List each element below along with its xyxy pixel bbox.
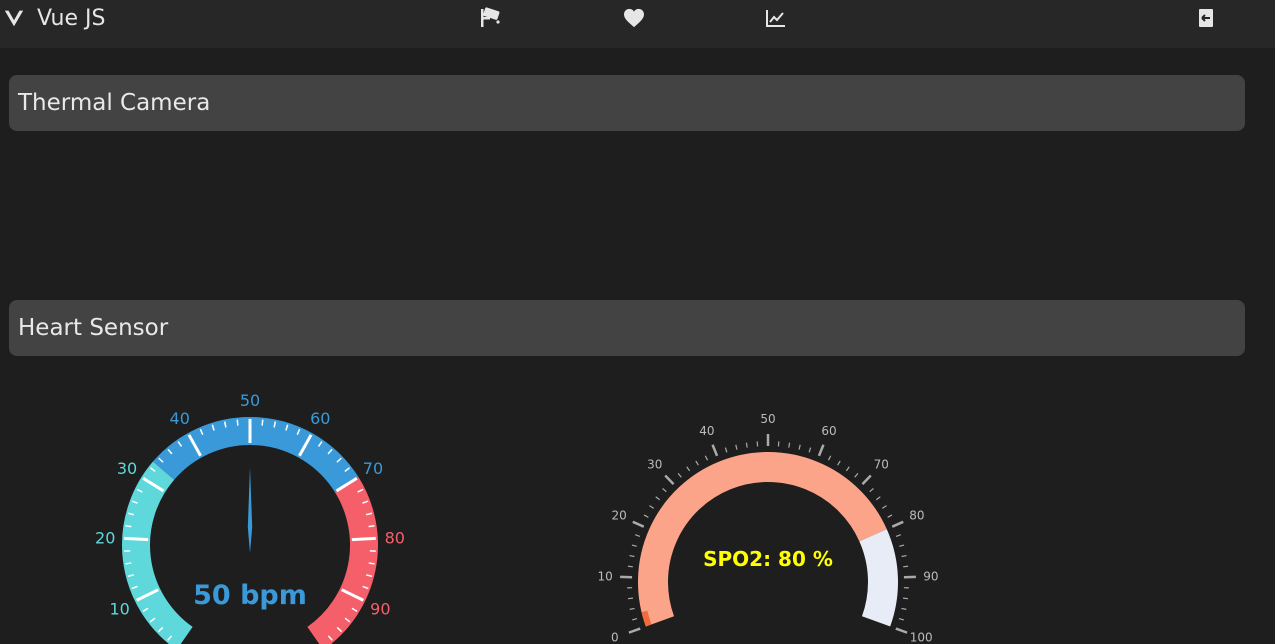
top-navbar: Vue JS (0, 0, 1275, 48)
bpm-tick-label: 20 (95, 528, 115, 547)
spo2-readout: SPO2: 80 % (703, 547, 833, 571)
spo2-minor-tick (643, 514, 649, 518)
spo2-minor-tick (837, 460, 841, 466)
bpm-gauge: 10 20 30 40 50 60 70 80 90 50 bpm (95, 391, 405, 644)
spo2-minor-tick (631, 544, 637, 547)
spo2-minor-tick (632, 617, 638, 621)
spo2-minor-tick (827, 455, 832, 461)
spo2-minor-tick (745, 442, 748, 448)
bpm-minor-tick (125, 524, 132, 528)
spo2-minor-tick (634, 534, 641, 537)
spo2-minor-tick (695, 460, 699, 466)
spo2-minor-tick (903, 565, 909, 568)
bpm-band-low (122, 461, 193, 644)
spo2-major-tick (664, 474, 675, 486)
spo2-minor-tick (627, 597, 634, 600)
heart-sensor-header: Heart Sensor (9, 300, 1245, 356)
spo2-tick-label: 80 (909, 509, 924, 523)
spo2-minor-tick (798, 444, 801, 450)
spo2-minor-tick (869, 487, 874, 493)
spo2-major-tick (861, 474, 872, 486)
spo2-minor-tick (845, 466, 850, 472)
spo2-minor-tick (629, 554, 635, 558)
spo2-tick-label: 100 (910, 631, 933, 644)
spo2-minor-tick (735, 444, 738, 450)
spo2-major-tick (891, 520, 904, 528)
spo2-tick-label: 20 (611, 509, 626, 523)
bpm-band-high (307, 477, 378, 644)
spo2-minor-tick (704, 455, 709, 461)
nav-camera-button[interactable] (473, 4, 505, 32)
spo2-minor-tick (887, 514, 893, 518)
line-chart-icon (766, 10, 785, 27)
bpm-needle (247, 467, 253, 553)
spo2-major-tick (817, 444, 825, 457)
spo2-minor-tick (686, 466, 691, 472)
spo2-tick-label: 10 (597, 569, 612, 583)
spo2-minor-tick (901, 607, 907, 610)
spo2-major-tick (711, 444, 719, 457)
bpm-minor-tick (368, 562, 375, 565)
heart-icon (624, 8, 644, 28)
thermal-camera-header: Thermal Camera (9, 75, 1245, 131)
spo2-minor-tick (875, 496, 881, 501)
bpm-readout: 50 bpm (193, 580, 307, 611)
spo2-tick-label: 30 (647, 458, 662, 472)
spo2-tick-label: 50 (760, 412, 775, 426)
spo2-major-tick (895, 627, 908, 634)
spo2-minor-tick (629, 607, 635, 610)
spo2-major-tick (632, 520, 645, 528)
bpm-tick-label: 90 (370, 600, 390, 619)
brand[interactable]: Vue JS (0, 3, 105, 33)
spo2-minor-tick (724, 447, 728, 453)
spo2-minor-tick (788, 442, 791, 448)
security-camera-icon (481, 7, 500, 27)
nav-heart-button[interactable] (618, 4, 650, 32)
spo2-minor-tick (895, 534, 902, 537)
spo2-minor-tick (901, 554, 907, 558)
spo2-minor-tick (677, 472, 682, 478)
bpm-tick-label: 80 (385, 528, 405, 547)
spo2-value-arc (638, 452, 887, 627)
bpm-major-tick (124, 536, 149, 542)
spo2-start-accent (641, 610, 652, 627)
bpm-tick-label: 70 (363, 459, 383, 478)
spo2-minor-tick (854, 472, 859, 478)
spo2-remaining-arc (859, 529, 898, 627)
bpm-minor-tick (236, 419, 239, 426)
spo2-minor-tick (662, 487, 667, 493)
spo2-tick-label: 0 (611, 631, 619, 644)
spo2-major-tick (628, 627, 641, 634)
logout-button[interactable] (1190, 4, 1222, 32)
spo2-minor-tick (808, 447, 812, 453)
bpm-tick-label: 50 (240, 391, 260, 410)
bpm-major-tick (351, 536, 376, 542)
spo2-tick-label: 70 (874, 458, 889, 472)
bpm-tick-label: 40 (170, 409, 190, 428)
vue-logo-icon (4, 10, 24, 27)
heart-sensor-title: Heart Sensor (18, 315, 169, 341)
spo2-minor-tick (898, 617, 904, 621)
bpm-tick-label: 10 (109, 600, 129, 619)
thermal-camera-title: Thermal Camera (18, 90, 211, 116)
spo2-minor-tick (881, 505, 887, 509)
bpm-minor-tick (125, 562, 132, 565)
spo2-minor-tick (655, 496, 661, 501)
bpm-tick-label: 30 (117, 459, 137, 478)
spo2-minor-tick (627, 565, 633, 568)
spo2-minor-tick (649, 505, 655, 509)
spo2-tick-label: 60 (821, 424, 836, 438)
spo2-tick-label: 40 (699, 424, 714, 438)
spo2-minor-tick (902, 597, 909, 600)
brand-title: Vue JS (37, 5, 106, 31)
bpm-minor-tick (261, 419, 264, 426)
spo2-minor-tick (899, 544, 905, 547)
spo2-tick-label: 90 (923, 569, 938, 583)
logout-icon (1199, 9, 1213, 27)
bpm-tick-label: 60 (310, 409, 330, 428)
bpm-minor-tick (368, 524, 375, 528)
spo2-gauge: 0 10 20 30 40 50 60 70 80 90 100 SPO2: 80 % (597, 412, 938, 644)
nav-chart-button[interactable] (760, 4, 792, 32)
